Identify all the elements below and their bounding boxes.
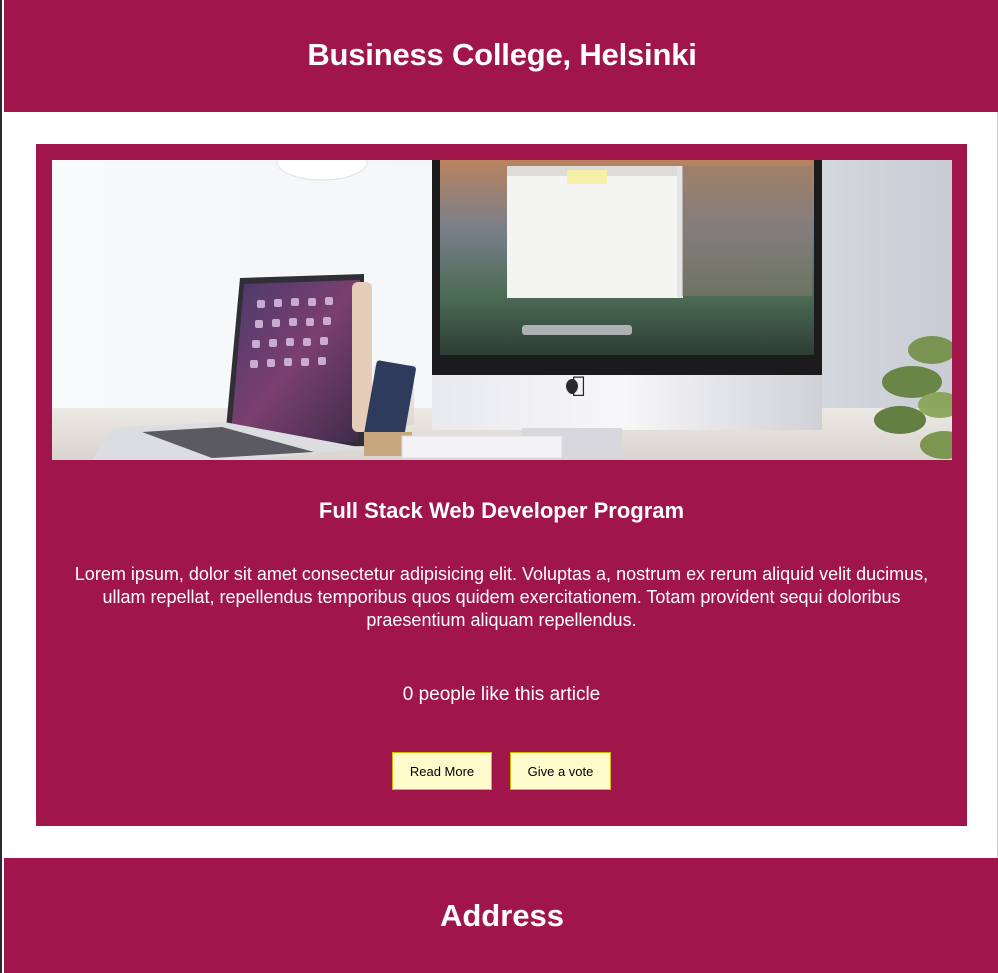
desk-photo-illustration: : [52, 160, 952, 460]
article-card: : [36, 144, 967, 826]
article-image: : [52, 160, 952, 460]
article-body: Lorem ipsum, dolor sit amet consectetur …: [74, 564, 929, 630]
likes-count-text: 0 people like this article: [402, 684, 601, 705]
address-section: Address: [4, 858, 998, 973]
address-heading: Address: [439, 897, 565, 933]
article-title: Full Stack Web Developer Program: [318, 498, 685, 523]
give-vote-button[interactable]: Give a vote: [510, 752, 611, 790]
page-frame: Business College, Helsinki Full Stack We…: [0, 0, 998, 973]
page-title: Business College, Helsinki: [307, 37, 697, 72]
read-more-button[interactable]: Read More: [392, 752, 492, 790]
site-header: Business College, Helsinki: [4, 0, 998, 112]
